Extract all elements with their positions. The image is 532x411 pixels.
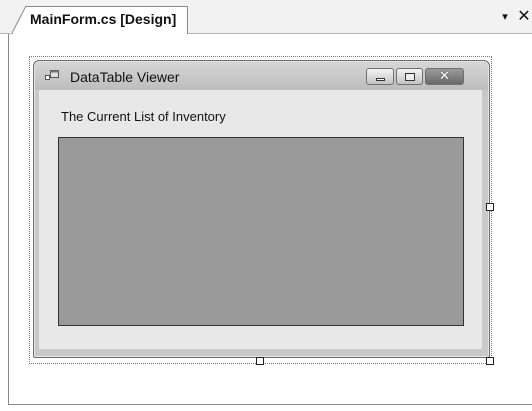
maximize-icon: [405, 73, 415, 81]
form-window[interactable]: DataTable Viewer ✕ The Current List of I…: [33, 60, 490, 358]
document-tab-strip: MainForm.cs [Design] ▾ ✕: [0, 0, 532, 34]
form-icon: [45, 70, 59, 80]
tab-label: MainForm.cs [Design]: [30, 11, 177, 27]
resize-handle-bottom-right[interactable]: [486, 357, 494, 365]
resize-handle-bottom[interactable]: [256, 357, 264, 365]
resize-handle-right[interactable]: [486, 203, 494, 211]
close-button[interactable]: ✕: [425, 68, 464, 85]
form-title: DataTable Viewer: [70, 69, 180, 85]
dropdown-arrow-icon[interactable]: ▾: [498, 10, 512, 24]
inventory-data-grid[interactable]: [58, 137, 464, 326]
minimize-button[interactable]: [366, 68, 394, 85]
maximize-button[interactable]: [396, 68, 423, 85]
minimize-icon: [376, 78, 385, 81]
form-titlebar[interactable]: DataTable Viewer ✕: [35, 62, 488, 90]
close-icon[interactable]: ✕: [516, 8, 532, 24]
inventory-label: The Current List of Inventory: [61, 109, 226, 124]
form-client-area: The Current List of Inventory: [39, 90, 482, 349]
close-icon: ✕: [439, 69, 450, 84]
